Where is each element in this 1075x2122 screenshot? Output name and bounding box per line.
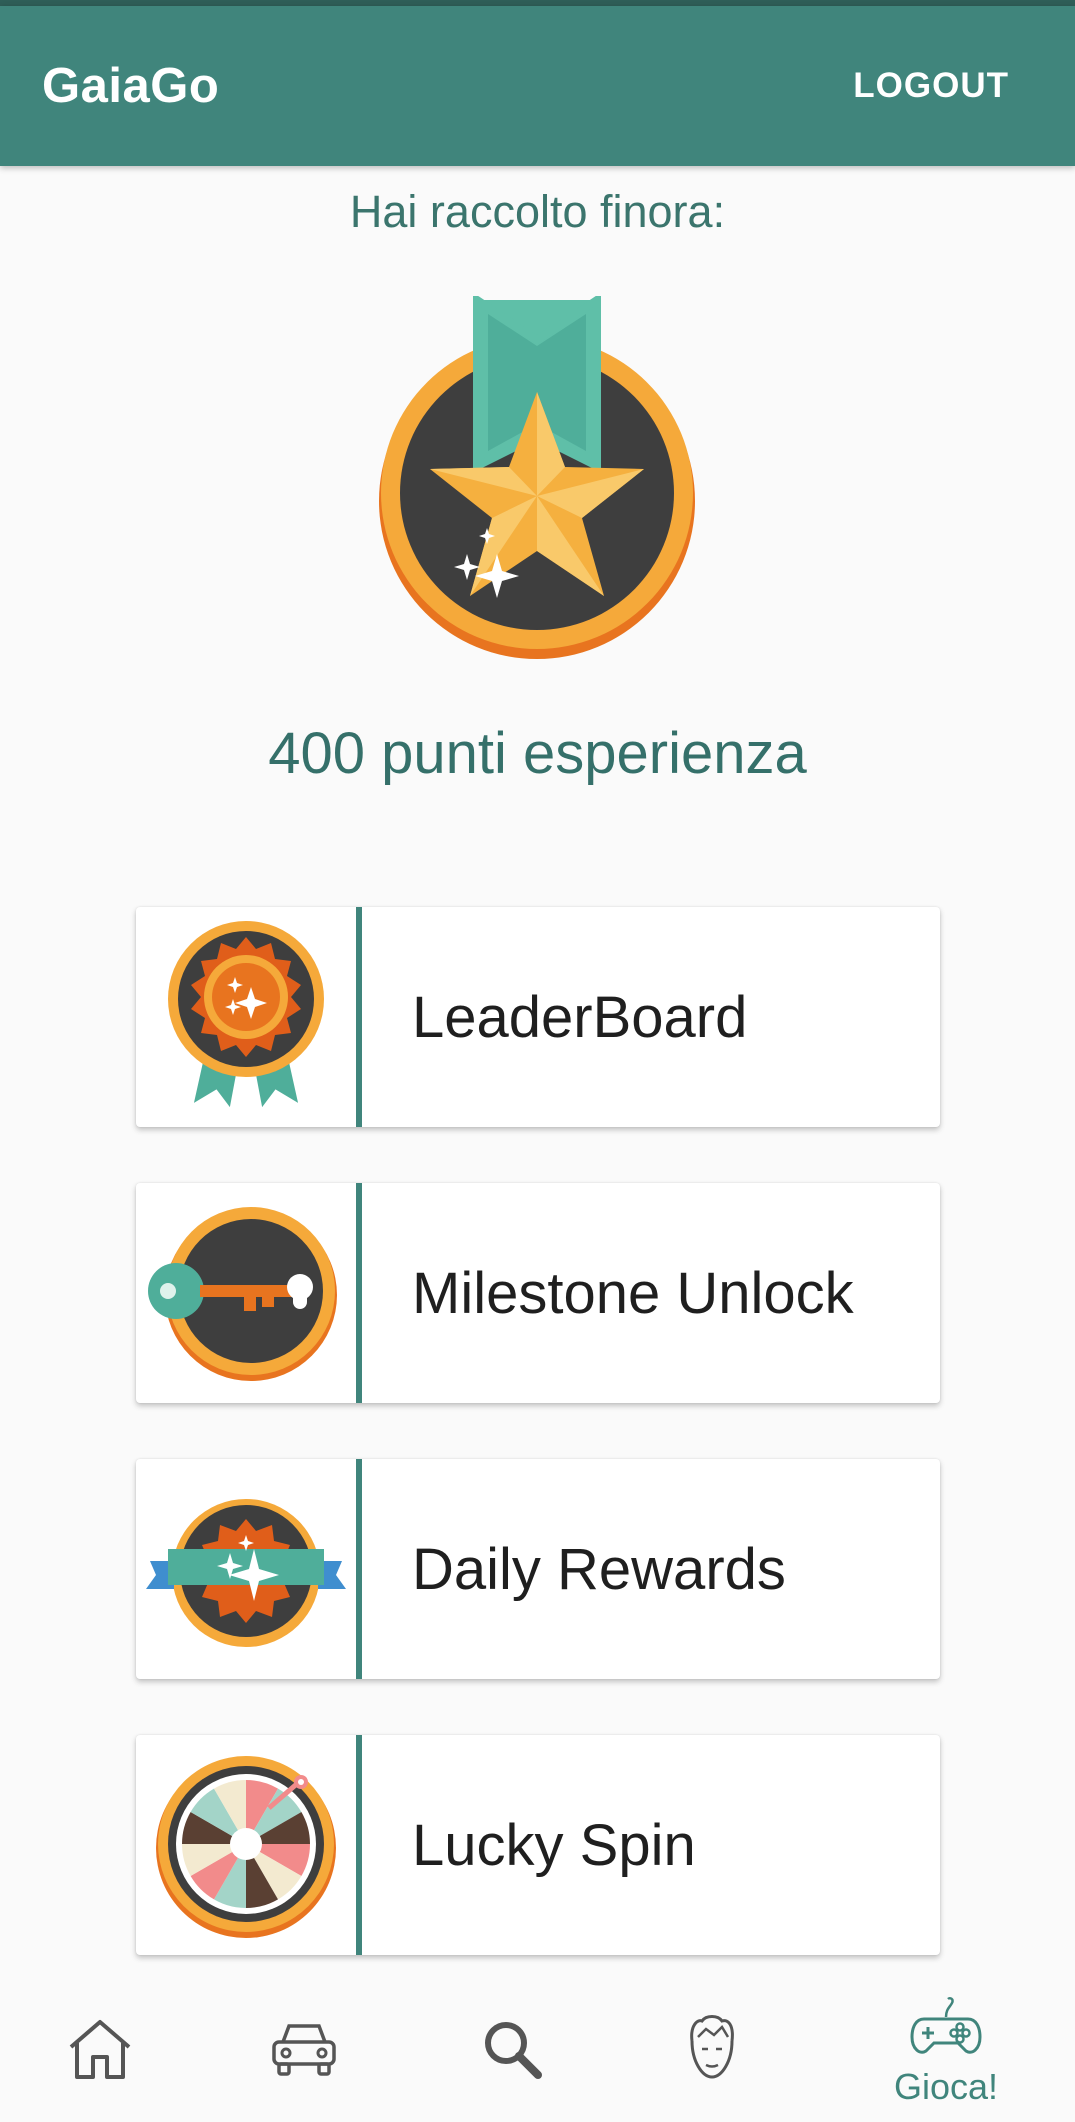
lucky-spin-card[interactable]: Lucky Spin bbox=[136, 1735, 940, 1955]
milestone-unlock-card[interactable]: Milestone Unlock bbox=[136, 1183, 940, 1403]
app-title: GaiaGo bbox=[42, 59, 220, 113]
prize-wheel-icon bbox=[136, 1735, 356, 1955]
leaderboard-card[interactable]: LeaderBoard bbox=[136, 907, 940, 1127]
search-icon bbox=[480, 2017, 544, 2086]
daily-rewards-label: Daily Rewards bbox=[412, 1536, 786, 1602]
logout-button[interactable]: LOGOUT bbox=[853, 66, 1009, 106]
car-icon bbox=[269, 2018, 339, 2085]
nav-car[interactable] bbox=[234, 1980, 374, 2122]
profile-face-icon bbox=[684, 2014, 740, 2088]
nav-search[interactable] bbox=[442, 1980, 582, 2122]
key-medal-icon bbox=[136, 1183, 356, 1403]
daily-rewards-card[interactable]: Daily Rewards bbox=[136, 1459, 940, 1679]
home-icon bbox=[65, 2017, 135, 2086]
ribbon-sparkle-icon bbox=[136, 1459, 356, 1679]
bottom-navigation: Gioca! bbox=[0, 1980, 1075, 2122]
rosette-award-icon bbox=[136, 907, 356, 1127]
app-bar: GaiaGo LOGOUT bbox=[0, 6, 1075, 166]
lucky-spin-label: Lucky Spin bbox=[412, 1812, 696, 1878]
nav-gioca-label: Gioca! bbox=[893, 2065, 999, 2107]
milestone-unlock-label: Milestone Unlock bbox=[412, 1260, 854, 1326]
gamepad-icon bbox=[910, 1995, 982, 2066]
leaderboard-label: LeaderBoard bbox=[412, 984, 748, 1050]
nav-gioca[interactable]: Gioca! bbox=[876, 1980, 1016, 2122]
star-medal-icon bbox=[372, 292, 702, 668]
nav-profile[interactable] bbox=[642, 1980, 782, 2122]
experience-points-text: 400 punti esperienza bbox=[268, 721, 807, 786]
nav-home[interactable] bbox=[30, 1980, 170, 2122]
collected-intro-text: Hai raccolto finora: bbox=[349, 186, 726, 237]
